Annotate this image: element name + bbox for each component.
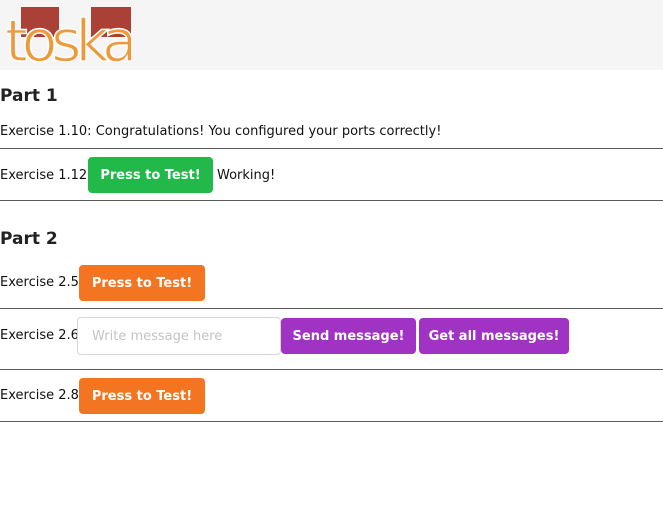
toska-logo: toska [7,7,131,62]
divider [0,308,663,309]
exercise-1-10-row: Exercise 1.10: Congratulations! You conf… [0,124,441,139]
exercise-1-10-label: Exercise 1.10: [0,124,92,139]
exercise-1-10-message: Congratulations! You configured your por… [95,124,442,139]
message-input[interactable] [77,317,281,355]
exercise-2-6-label: Exercise 2.6: [0,328,84,343]
exercise-2-5-label: Exercise 2.5: [0,275,84,290]
exercise-2-5-test-button[interactable]: Press to Test! [79,265,205,301]
get-all-messages-button[interactable]: Get all messages! [419,318,569,354]
exercise-2-8-test-button[interactable]: Press to Test! [79,378,205,414]
page-header: toska [0,0,663,70]
divider [0,369,663,370]
part2-title: Part 2 [0,229,58,249]
exercise-1-12-test-button[interactable]: Press to Test! [88,157,213,193]
exercise-1-12-label: Exercise 1.12: [0,168,92,183]
divider [0,200,663,201]
exercise-2-8-label: Exercise 2.8: [0,388,84,403]
svg-text:toska: toska [7,7,131,62]
divider [0,148,663,149]
exercise-1-12-status: Working! [217,168,276,183]
divider [0,421,663,422]
part1-title: Part 1 [0,86,58,106]
send-message-button[interactable]: Send message! [281,318,416,354]
